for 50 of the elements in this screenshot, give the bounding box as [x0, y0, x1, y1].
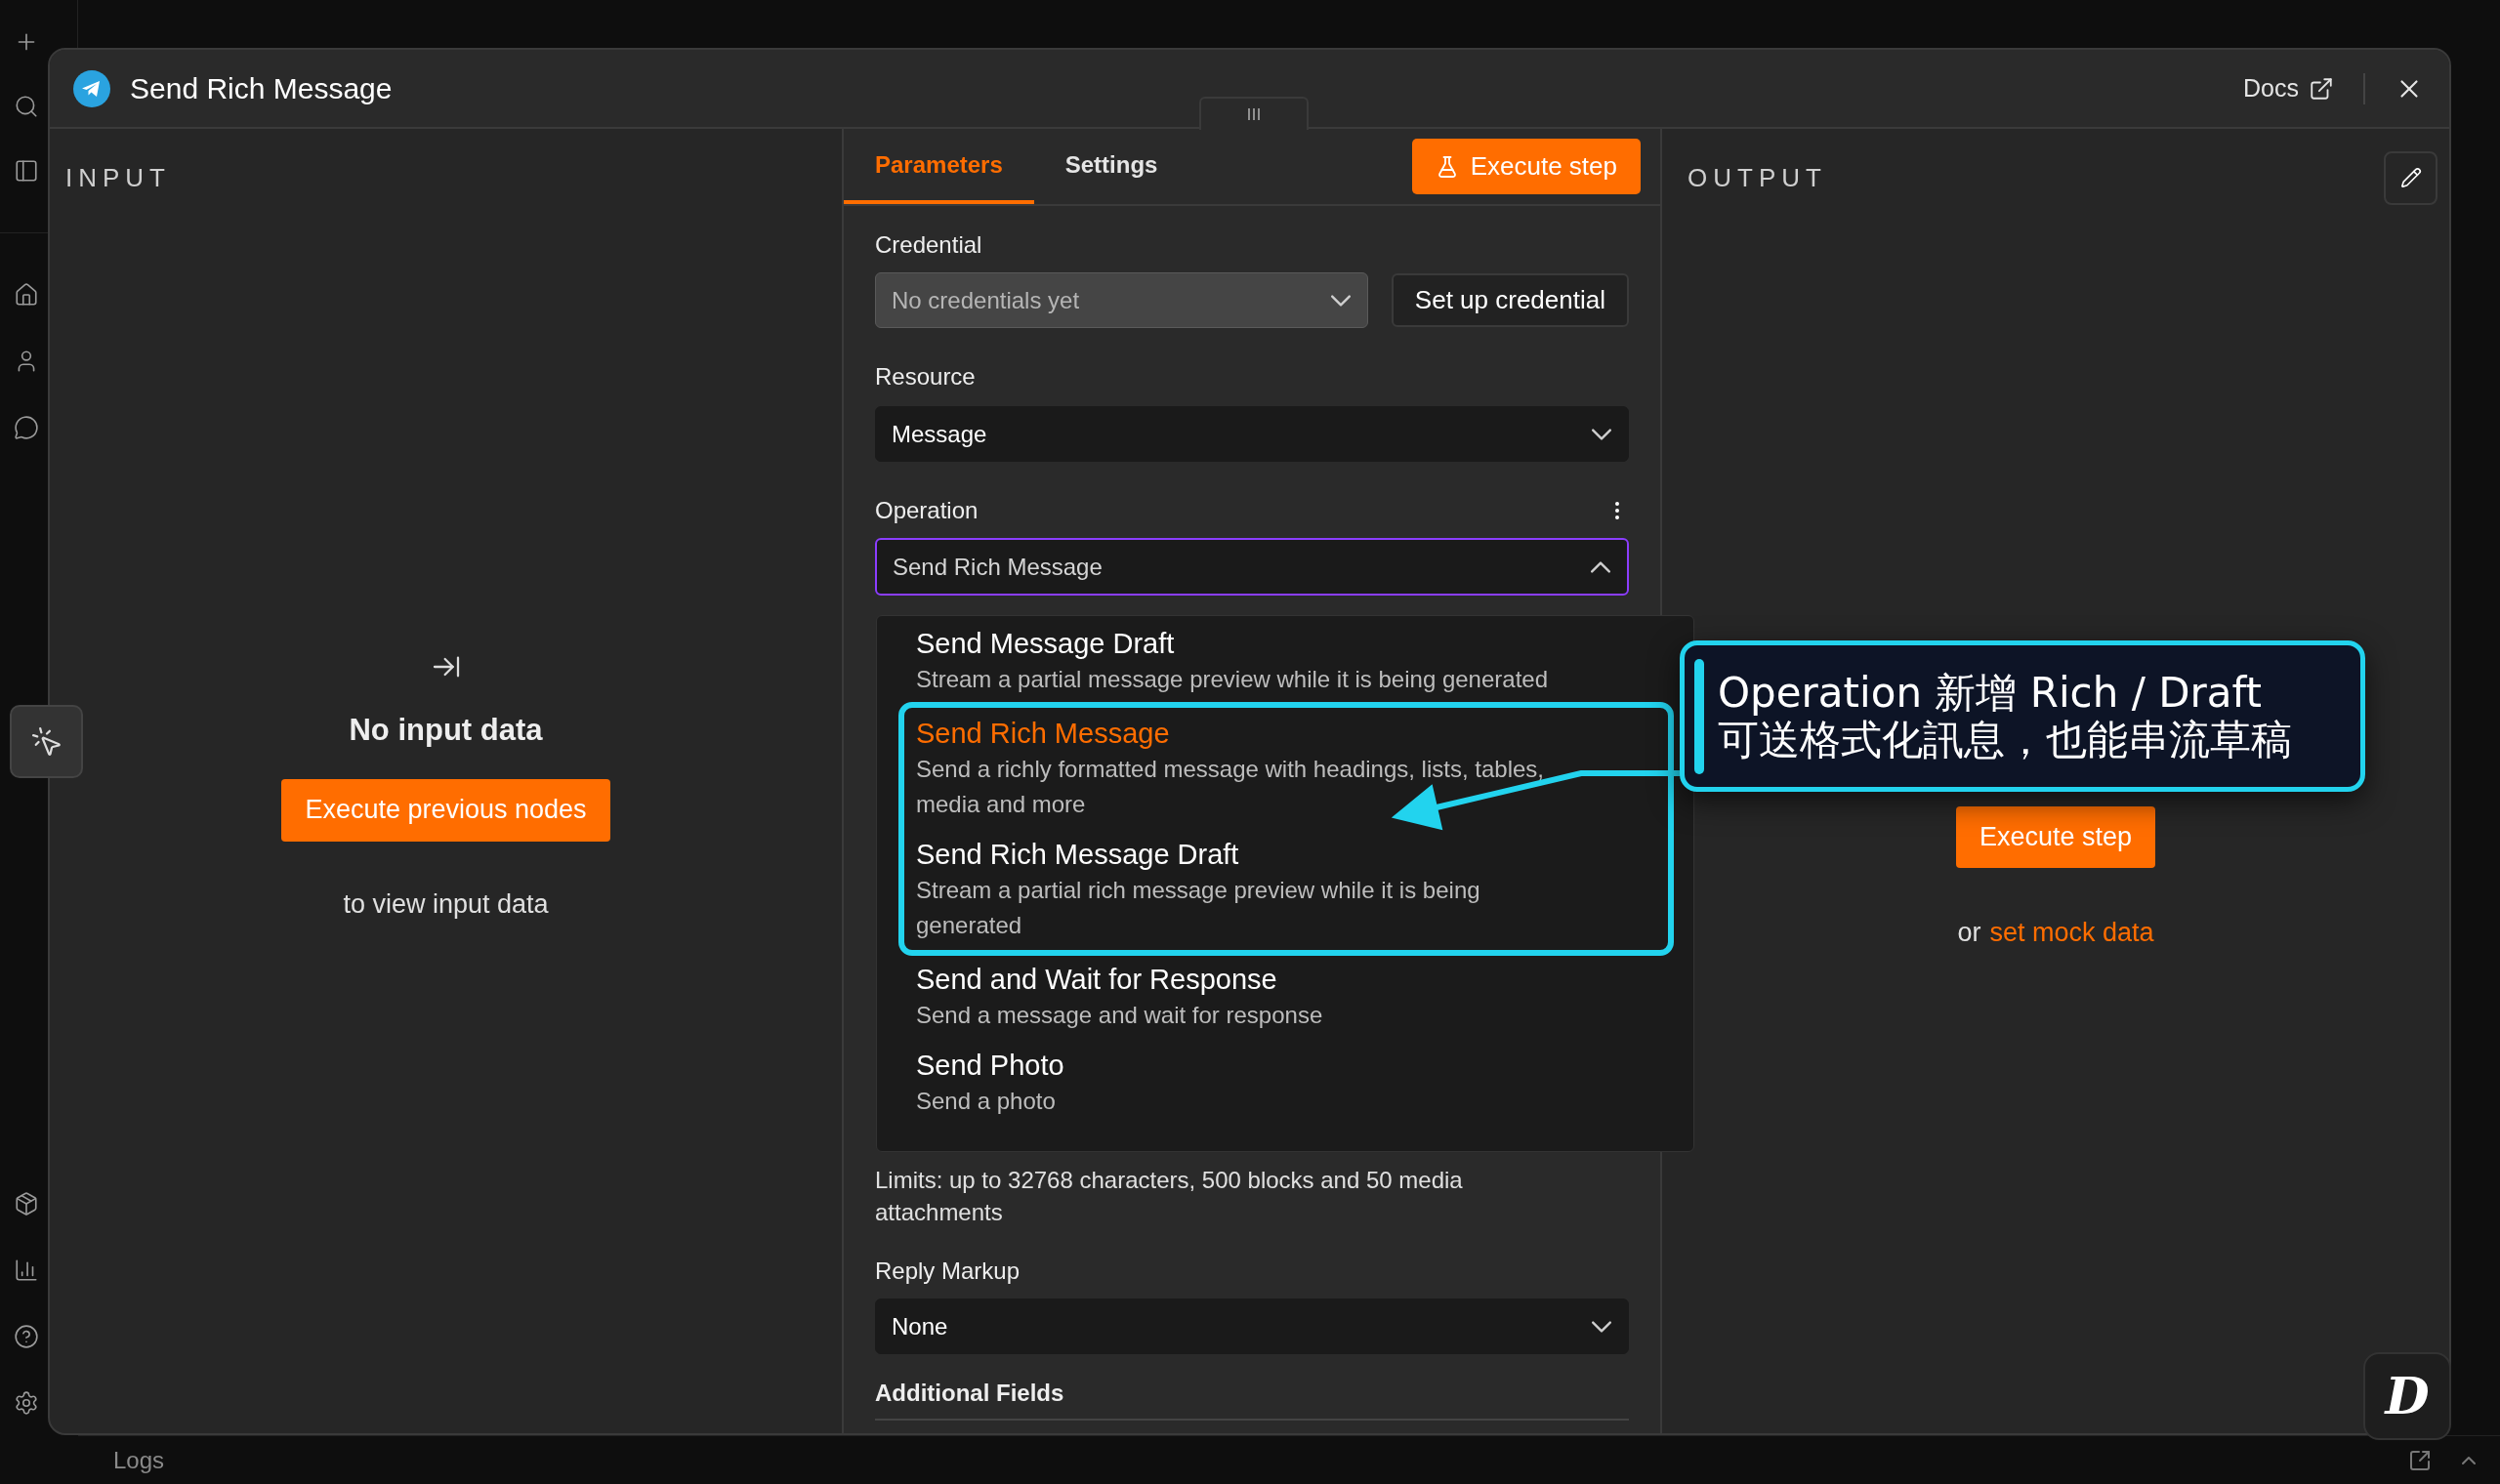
- external-link-icon: [2309, 75, 2334, 102]
- edit-button[interactable]: [2384, 150, 2438, 205]
- annotation-text: Operation 新增 Rich / Draft: [1718, 669, 2263, 717]
- set-mock-data-link[interactable]: set mock data: [1989, 913, 2154, 953]
- limits-note: Limits: up to 32768 characters, 500 blocks and 50 media attachments: [875, 1166, 1464, 1227]
- chat-icon[interactable]: [14, 415, 39, 440]
- search-icon[interactable]: [14, 94, 39, 119]
- section-heading: Additional Fields: [875, 1376, 1629, 1421]
- docs-link[interactable]: Docs: [2243, 69, 2334, 107]
- window-title: Send Rich Message: [130, 71, 393, 106]
- pencil-icon: [2399, 167, 2422, 188]
- panel-tab[interactable]: Settings: [1033, 129, 1189, 204]
- credential-select[interactable]: No credentials yet: [875, 272, 1368, 328]
- chevron-down-icon: [1329, 294, 1352, 307]
- output-hint: or: [1957, 917, 1981, 949]
- logs-label[interactable]: Logs: [113, 1442, 165, 1478]
- cursor-tool-button[interactable]: [10, 705, 83, 778]
- cursor-click-icon: [29, 724, 63, 759]
- reply-markup-select[interactable]: None: [875, 1298, 1629, 1354]
- chevron-down-icon: [1591, 428, 1612, 440]
- corner-badge[interactable]: D: [2363, 1352, 2451, 1440]
- home-icon[interactable]: [14, 282, 39, 308]
- field-label: Credential: [875, 230, 983, 260]
- operation-select[interactable]: Send Rich Message: [875, 538, 1629, 596]
- settings-icon[interactable]: [14, 1390, 39, 1416]
- field-label: Operation: [875, 496, 979, 525]
- chevron-up-icon: [1590, 560, 1611, 573]
- resource-select[interactable]: Message: [875, 406, 1629, 462]
- paper-plane-logo-icon: [73, 69, 110, 107]
- set-up-credential-button[interactable]: Set up credential: [1391, 273, 1629, 327]
- drag-handle[interactable]: [1199, 97, 1309, 130]
- chevron-down-icon: [1591, 1320, 1612, 1333]
- annotation-text: 可送格式化訊息，也能串流草稿: [1718, 716, 2292, 763]
- help-icon[interactable]: [14, 1324, 39, 1349]
- operation-option[interactable]: Send and Wait for Response Send a message and wait for response: [877, 954, 1654, 1040]
- no-input-message: No input data: [349, 712, 543, 749]
- operation-option[interactable]: Send Photo Send a photo: [877, 1040, 1654, 1126]
- operation-option[interactable]: Send Rich Message Draft Stream a partial rich message preview while it is being generated: [904, 829, 1668, 950]
- input-hint: to view input data: [343, 887, 549, 921]
- operation-option[interactable]: Send Message Draft Stream a partial message preview while it is being generated: [877, 618, 1654, 704]
- field-label: Resource: [875, 362, 977, 392]
- bar-chart-icon[interactable]: [14, 1257, 39, 1283]
- panel-tab[interactable]: Parameters: [844, 129, 1034, 204]
- field-label: Reply Markup: [875, 1257, 1021, 1286]
- panel-icon[interactable]: [14, 158, 39, 184]
- operation-option[interactable]: Send Rich Message Send a richly formatted message with headings, lists, tables, media and more: [904, 708, 1668, 829]
- package-icon[interactable]: [14, 1191, 39, 1216]
- input-heading: INPUT: [65, 161, 171, 194]
- output-heading: OUTPUT: [1688, 161, 1827, 194]
- popout-icon[interactable]: [2408, 1448, 2432, 1472]
